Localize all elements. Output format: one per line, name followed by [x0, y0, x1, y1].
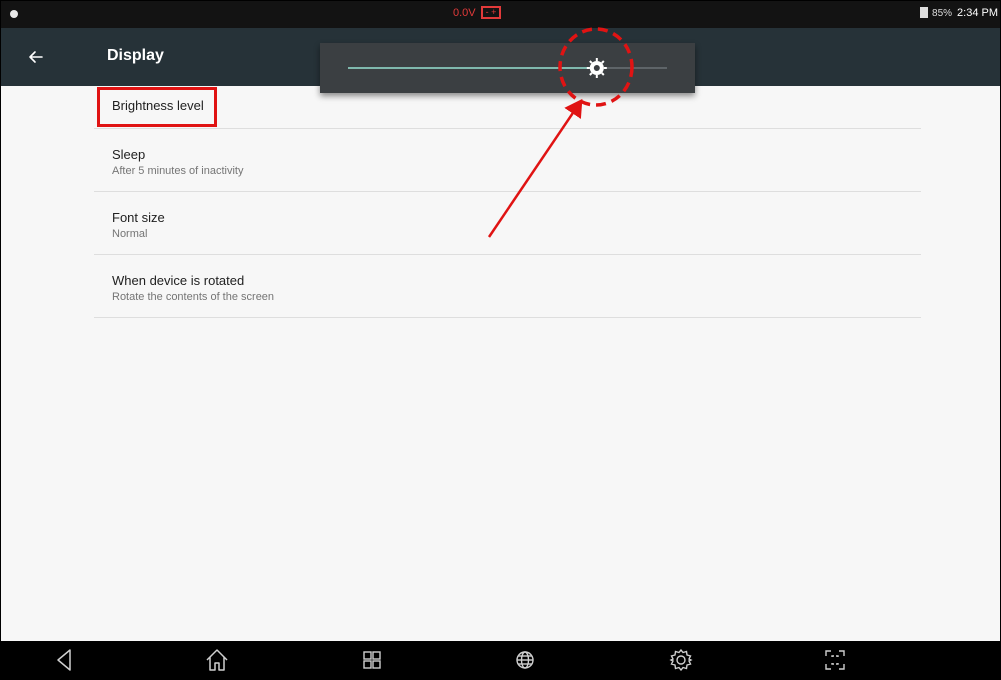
settings-list: Brightness level Sleep After 5 minutes o… — [94, 86, 921, 318]
setting-subtitle: Normal — [112, 228, 148, 240]
battery-icon — [920, 7, 929, 18]
setting-sleep[interactable]: Sleep After 5 minutes of inactivity — [94, 129, 921, 192]
brightness-slider[interactable] — [320, 43, 695, 93]
setting-when-rotated[interactable]: When device is rotated Rotate the conten… — [94, 255, 921, 318]
arrow-left-icon[interactable] — [21, 42, 51, 72]
setting-title: When device is rotated — [112, 273, 245, 288]
setting-subtitle: Rotate the contents of the screen — [112, 291, 275, 303]
setting-font-size[interactable]: Font size Normal — [94, 192, 921, 255]
setting-title: Sleep — [112, 147, 146, 162]
voltage-readout: 0.0V — [453, 7, 476, 19]
setting-subtitle: After 5 minutes of inactivity — [112, 165, 244, 177]
brightness-popup — [320, 43, 695, 93]
screenshot-icon[interactable] — [821, 646, 849, 674]
home-icon[interactable] — [203, 646, 231, 674]
clock: 2:34 PM — [957, 7, 998, 19]
navigation-bar — [1, 641, 1000, 679]
page-title: Display — [107, 47, 164, 64]
recent-apps-icon[interactable] — [358, 646, 386, 674]
battery-percent: 85% — [932, 8, 953, 19]
status-right: 85% 2:34 PM — [920, 7, 998, 19]
back-triangle-icon[interactable] — [51, 646, 79, 674]
car-battery-icon: - + — [481, 6, 501, 19]
globe-icon[interactable] — [511, 646, 539, 674]
setting-title: Font size — [112, 210, 165, 225]
device-screen: 0.0V - + 85% 2:34 PM Display Brightness l… — [0, 0, 1001, 680]
brightness-sun-icon[interactable] — [586, 58, 607, 78]
settings-gear-icon[interactable] — [667, 646, 695, 674]
highlight-box-brightness — [97, 87, 217, 127]
setting-title: Brightness level — [112, 98, 204, 113]
notification-dot-icon — [10, 10, 18, 18]
status-bar: 0.0V - + 85% 2:34 PM — [1, 1, 1000, 28]
